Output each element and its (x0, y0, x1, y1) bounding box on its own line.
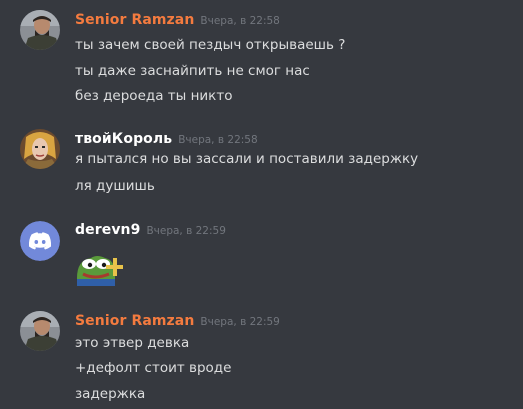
timestamp: Вчера, в 22:59 (146, 225, 226, 237)
pepe-plus-emoji-icon[interactable] (75, 250, 124, 286)
message-header: derevn9 Вчера, в 22:59 (75, 219, 226, 239)
message-header: Senior Ramzan Вчера, в 22:59 (75, 310, 280, 330)
message-text: задержка (75, 386, 146, 402)
king-avatar-icon[interactable] (20, 129, 60, 169)
ramzan-avatar-icon[interactable] (20, 311, 60, 351)
username[interactable]: Senior Ramzan (75, 313, 194, 329)
message-header: Senior Ramzan Вчера, в 22:58 (75, 9, 280, 29)
message-text: ты зачем своей пездыч открываешь ? (75, 37, 346, 53)
username[interactable]: твойКороль (75, 131, 172, 147)
username[interactable]: Senior Ramzan (75, 12, 194, 28)
ramzan-avatar-icon[interactable] (20, 10, 60, 50)
timestamp: Вчера, в 22:59 (200, 316, 280, 328)
username[interactable]: derevn9 (75, 222, 140, 238)
message-header: твойКороль Вчера, в 22:58 (75, 128, 258, 148)
timestamp: Вчера, в 22:58 (178, 134, 258, 146)
message-text: без дероеда ты никто (75, 88, 233, 104)
message-text: это этвер девка (75, 335, 190, 351)
message-text: я пытался но вы зассали и поставили заде… (75, 151, 419, 167)
message-text: ты даже заснайпить не смог нас (75, 63, 310, 79)
message-text: ля душишь (75, 178, 155, 194)
timestamp: Вчера, в 22:58 (200, 15, 280, 27)
discord-default-avatar-icon[interactable] (20, 221, 60, 261)
message-text: +дефолт стоит вроде (75, 360, 232, 376)
